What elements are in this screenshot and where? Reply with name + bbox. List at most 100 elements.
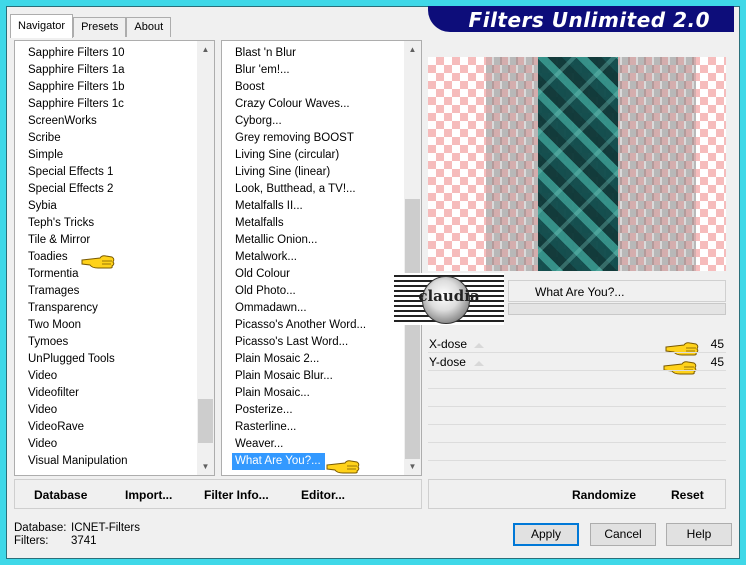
list-item[interactable]: ScreenWorks — [15, 113, 197, 130]
cancel-button[interactable]: Cancel — [590, 523, 656, 546]
list-item[interactable]: Blur 'em!... — [222, 62, 404, 79]
scrollbar-thumb[interactable] — [198, 399, 213, 443]
filter-list: Blast 'n Blur Blur 'em!... Boost Crazy Colo… — [222, 45, 404, 470]
list-item[interactable]: Picasso's Another Word... — [222, 317, 404, 334]
tab-presets[interactable]: Presets — [73, 17, 127, 37]
list-item[interactable]: Blast 'n Blur — [222, 45, 404, 62]
list-item[interactable]: Posterize... — [222, 402, 404, 419]
param-row-y-dose[interactable]: Y-dose 45 — [428, 354, 726, 371]
list-item[interactable]: Sapphire Filters 1a — [15, 62, 197, 79]
list-item[interactable]: Special Effects 2 — [15, 181, 197, 198]
param-row-x-dose[interactable]: X-dose 45 — [428, 336, 726, 353]
param-row-empty — [428, 390, 726, 407]
list-item[interactable]: Old Photo... — [222, 283, 404, 300]
list-item[interactable]: Picasso's Last Word... — [222, 334, 404, 351]
list-item[interactable]: Sapphire Filters 1b — [15, 79, 197, 96]
param-row-empty — [428, 444, 726, 461]
list-item[interactable]: Living Sine (circular) — [222, 147, 404, 164]
filters-info: Filters: 3741 — [14, 535, 97, 547]
list-item[interactable]: Grey removing BOOST — [222, 130, 404, 147]
list-item[interactable]: Scribe — [15, 130, 197, 147]
list-item[interactable]: Tile & Mirror — [15, 232, 197, 249]
list-item[interactable]: Metalwork... — [222, 249, 404, 266]
database-button[interactable]: Database — [34, 488, 87, 502]
list-item[interactable]: Metalfalls — [222, 215, 404, 232]
scroll-up-arrow-icon[interactable]: ▲ — [197, 41, 214, 58]
param-label: Y-dose — [429, 355, 466, 369]
list-item[interactable]: Teph's Tricks — [15, 215, 197, 232]
scrollbar-thumb[interactable] — [405, 199, 420, 459]
category-scrollbar[interactable]: ▲ ▼ — [197, 41, 214, 475]
scroll-up-arrow-icon[interactable]: ▲ — [404, 41, 421, 58]
slider-marker-icon[interactable] — [474, 361, 484, 366]
param-row-empty — [428, 408, 726, 425]
list-item[interactable]: Living Sine (linear) — [222, 164, 404, 181]
title-banner: Filters Unlimited 2.0 — [428, 6, 734, 32]
param-value: 45 — [710, 337, 724, 351]
database-label: Database: — [14, 522, 67, 534]
list-item[interactable]: Cyborg... — [222, 113, 404, 130]
list-item[interactable]: Two Moon — [15, 317, 197, 334]
list-item-selected[interactable]: What Are You?... — [232, 453, 325, 470]
list-item[interactable]: Old Colour — [222, 266, 404, 283]
param-row-empty — [428, 372, 726, 389]
reset-button[interactable]: Reset — [671, 488, 704, 502]
list-item[interactable]: Crazy Colour Waves... — [222, 96, 404, 113]
list-item[interactable]: Look, Butthead, a TV!... — [222, 181, 404, 198]
filter-name-display: What Are You?... — [508, 280, 726, 302]
list-item[interactable]: Special Effects 1 — [15, 164, 197, 181]
list-item[interactable]: Sapphire Filters 10 — [15, 45, 197, 62]
watermark-logo: claudia — [394, 273, 504, 325]
apply-button[interactable]: Apply — [513, 523, 579, 546]
list-item[interactable]: Video — [15, 436, 197, 453]
tab-bar: Navigator Presets About — [10, 14, 172, 38]
list-item[interactable]: Video — [15, 402, 197, 419]
scroll-down-arrow-icon[interactable]: ▼ — [197, 458, 214, 475]
list-item[interactable]: Plain Mosaic 2... — [222, 351, 404, 368]
scroll-down-arrow-icon[interactable]: ▼ — [404, 458, 421, 475]
tab-about[interactable]: About — [126, 17, 172, 37]
filter-preview — [428, 57, 726, 271]
filter-info-button[interactable]: Filter Info... — [204, 488, 269, 502]
list-item[interactable]: Metallic Onion... — [222, 232, 404, 249]
list-item[interactable]: Metalfalls II... — [222, 198, 404, 215]
database-info: Database: ICNET-Filters — [14, 522, 140, 534]
filter-scrollbar[interactable]: ▲ ▼ — [404, 41, 421, 475]
list-item[interactable]: Boost — [222, 79, 404, 96]
pointing-hand-icon — [326, 460, 360, 474]
param-value: 45 — [710, 355, 724, 369]
watermark-text: claudia — [418, 287, 480, 305]
list-item[interactable]: Weaver... — [222, 436, 404, 453]
import-button[interactable]: Import... — [125, 488, 172, 502]
parameter-button-bar: Randomize Reset — [428, 479, 726, 509]
navigator-button-bar: Database Import... Filter Info... Editor… — [14, 479, 422, 509]
list-item[interactable]: Visual Manipulation — [15, 453, 197, 470]
list-item[interactable]: Tymoes — [15, 334, 197, 351]
list-item[interactable]: Sybia — [15, 198, 197, 215]
list-item[interactable]: Transparency — [15, 300, 197, 317]
param-row-empty — [428, 426, 726, 443]
list-item[interactable]: UnPlugged Tools — [15, 351, 197, 368]
slider-marker-icon[interactable] — [474, 343, 484, 348]
pointing-hand-icon — [81, 255, 115, 269]
tab-navigator[interactable]: Navigator — [10, 14, 74, 38]
database-value: ICNET-Filters — [71, 522, 140, 534]
list-item[interactable]: Tramages — [15, 283, 197, 300]
list-item[interactable]: VideoRave — [15, 419, 197, 436]
list-item[interactable]: Ommadawn... — [222, 300, 404, 317]
filters-label: Filters: — [14, 535, 49, 547]
randomize-button[interactable]: Randomize — [572, 488, 636, 502]
preview-texture-overlay — [538, 57, 618, 271]
list-item[interactable]: Sapphire Filters 1c — [15, 96, 197, 113]
editor-button[interactable]: Editor... — [301, 488, 345, 502]
list-item[interactable]: Video — [15, 368, 197, 385]
list-item[interactable]: Videofilter — [15, 385, 197, 402]
help-button[interactable]: Help — [666, 523, 732, 546]
filter-name-underbar — [508, 303, 726, 315]
app-title: Filters Unlimited 2.0 — [468, 8, 710, 32]
list-item[interactable]: Plain Mosaic Blur... — [222, 368, 404, 385]
parameter-area: X-dose 45 Y-dose 45 — [428, 334, 726, 474]
list-item[interactable]: Plain Mosaic... — [222, 385, 404, 402]
list-item[interactable]: Rasterline... — [222, 419, 404, 436]
list-item[interactable]: Simple — [15, 147, 197, 164]
